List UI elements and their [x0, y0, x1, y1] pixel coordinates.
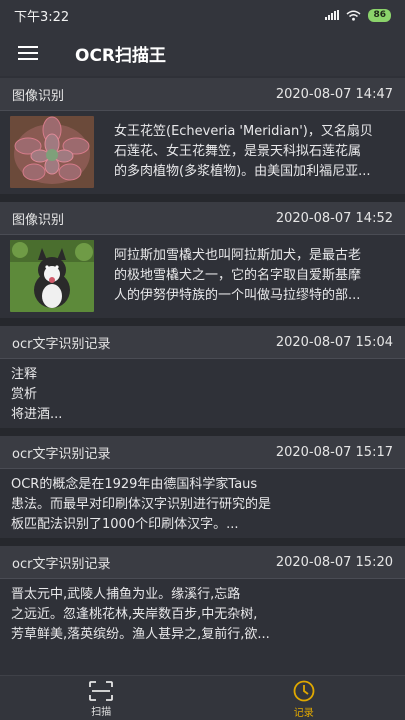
- record-header: ocr文字识别记录 2020-08-07 15:20: [0, 546, 405, 578]
- record-header: 图像识别 2020-08-07 14:47: [0, 78, 405, 110]
- record-text: OCR的概念是在1929年由德国科学家Taus 患法。而最早对印刷体汉字识别进行…: [11, 477, 272, 532]
- clock-icon: [293, 680, 315, 701]
- record-card[interactable]: 图像识别 2020-08-07 14:47 女王花笠(Echeveria 'Me…: [0, 78, 405, 194]
- nav-scan-label: 扫描: [91, 706, 112, 718]
- record-text: 晋太元中,武陵人捕鱼为业。缘溪行,忘路 之远近。忽逢桃花林,夹岸数百步,中无杂树…: [11, 587, 270, 642]
- record-text: 阿拉斯加雪橇犬也叫阿拉斯加犬，是最古老 的极地雪橇犬之一，它的名字取自爱斯基摩 …: [114, 248, 362, 303]
- record-card[interactable]: 图像识别 2020-08-07 14:52 阿拉斯加雪橇犬也叫阿拉斯加犬，是最古…: [0, 202, 405, 318]
- record-datetime: 2020-08-07 14:52: [275, 210, 393, 226]
- record-datetime: 2020-08-07 15:20: [275, 554, 393, 570]
- record-type: ocr文字识别记录: [12, 336, 111, 352]
- record-type: ocr文字识别记录: [12, 446, 111, 462]
- bottom-navigation: 扫描 记录: [0, 675, 405, 720]
- status-bar: 下午3:22 86: [0, 0, 405, 30]
- signal-icon: [325, 10, 340, 20]
- record-header: 图像识别 2020-08-07 14:52: [0, 202, 405, 234]
- hamburger-menu-icon: [18, 46, 38, 60]
- scan-icon: [89, 680, 114, 701]
- status-time: 下午3:22: [14, 9, 70, 25]
- record-datetime: 2020-08-07 15:17: [275, 444, 393, 460]
- status-icons: 86: [325, 8, 391, 22]
- record-card[interactable]: ocr文字识别记录 2020-08-07 15:17 OCR的概念是在1929年…: [0, 436, 405, 538]
- menu-button[interactable]: [0, 30, 56, 76]
- records-list[interactable]: 图像识别 2020-08-07 14:47 女王花笠(Echeveria 'Me…: [0, 78, 405, 648]
- record-datetime: 2020-08-07 14:47: [275, 86, 393, 102]
- battery-indicator: 86: [368, 8, 391, 22]
- dog-thumbnail: [10, 240, 94, 312]
- record-header: ocr文字识别记录 2020-08-07 15:04: [0, 326, 405, 358]
- record-type: 图像识别: [12, 212, 65, 228]
- app-title: OCR扫描王: [75, 45, 167, 66]
- record-datetime: 2020-08-07 15:04: [275, 334, 393, 350]
- record-header: ocr文字识别记录 2020-08-07 15:17: [0, 436, 405, 468]
- wifi-icon: [346, 10, 361, 21]
- record-text: 注释 赏析 将进酒...: [11, 367, 63, 422]
- nav-records-label: 记录: [293, 707, 314, 719]
- nav-records[interactable]: 记录: [203, 676, 405, 720]
- nav-scan[interactable]: 扫描: [0, 676, 203, 720]
- record-type: ocr文字识别记录: [12, 556, 111, 572]
- record-type: 图像识别: [12, 88, 65, 104]
- record-card[interactable]: ocr文字识别记录 2020-08-07 15:04 注释 赏析 将进酒...: [0, 326, 405, 428]
- record-text: 女王花笠(Echeveria 'Meridian')，又名扇贝 石莲花、女王花舞…: [114, 124, 373, 179]
- record-card[interactable]: ocr文字识别记录 2020-08-07 15:20 晋太元中,武陵人捕鱼为业。…: [0, 546, 405, 648]
- app-bar: OCR扫描王: [0, 30, 405, 76]
- succulent-thumbnail: [10, 116, 94, 188]
